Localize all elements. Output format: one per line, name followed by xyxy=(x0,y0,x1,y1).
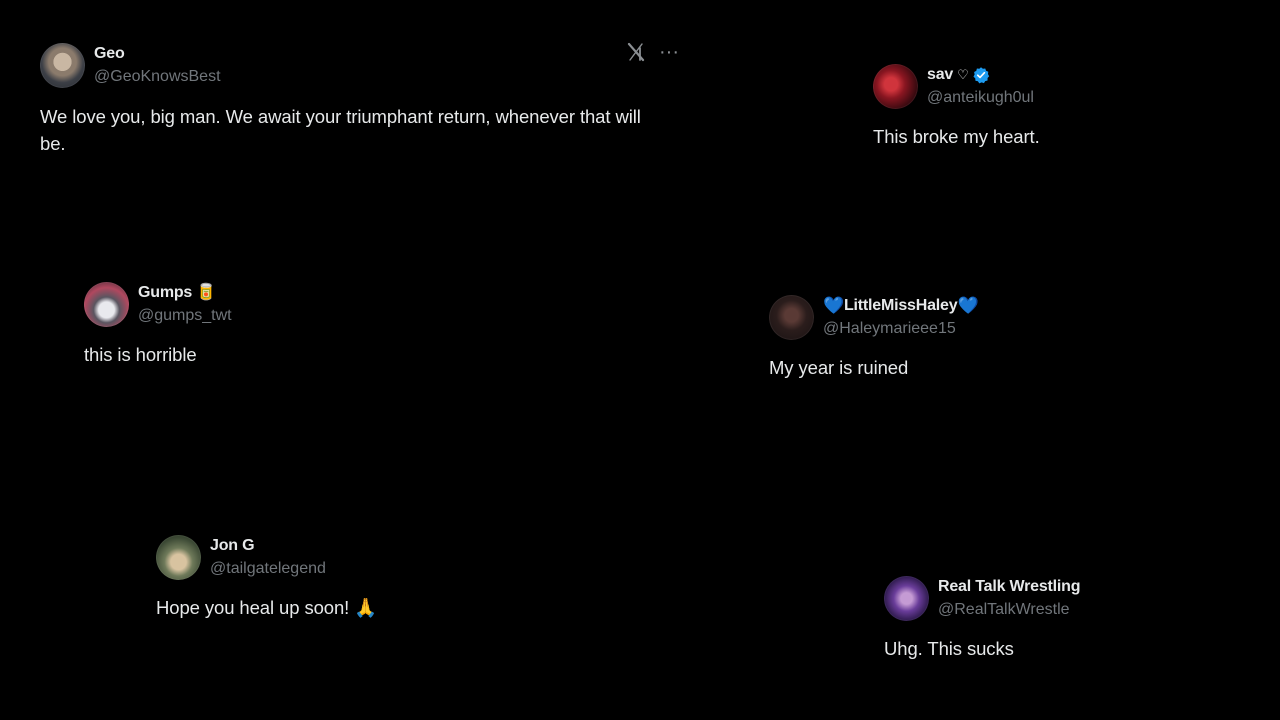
avatar[interactable] xyxy=(156,534,201,580)
display-name-text[interactable]: sav xyxy=(927,65,953,84)
display-name-text[interactable]: LittleMissHaley xyxy=(844,296,958,315)
tweet-header: sav ♡ @anteikugh0ul xyxy=(873,63,1253,109)
avatar[interactable] xyxy=(769,294,814,340)
tweet-header: 💙 LittleMissHaley 💙 @Haleymarieee15 xyxy=(769,294,1169,340)
tweet-text: Hope you heal up soon! 🙏 xyxy=(156,597,378,618)
heart-outline-icon: ♡ xyxy=(957,67,969,83)
tweet-text: My year is ruined xyxy=(769,357,909,378)
user-names: Jon G @tailgatelegend xyxy=(210,536,326,577)
more-options-icon[interactable]: ··· xyxy=(659,42,679,62)
display-name[interactable]: 💙 LittleMissHaley 💙 xyxy=(823,295,979,316)
user-handle[interactable]: @gumps_twt xyxy=(138,306,232,325)
user-handle[interactable]: @RealTalkWrestle xyxy=(938,600,1080,619)
tweet-card-real-talk-wrestling: Real Talk Wrestling @RealTalkWrestle Uhg… xyxy=(884,575,1264,662)
tweet-toolbar: ··· xyxy=(627,42,679,62)
user-names: sav ♡ @anteikugh0ul xyxy=(927,65,1034,106)
tweet-card-jon-g: Jon G @tailgatelegend Hope you heal up s… xyxy=(156,534,576,621)
tweet-text: this is horrible xyxy=(84,344,197,365)
x-logo-icon[interactable] xyxy=(627,42,645,62)
tweet-card-gumps: Gumps 🥫 @gumps_twt this is horrible xyxy=(84,281,484,368)
display-name[interactable]: Real Talk Wrestling xyxy=(938,577,1081,596)
tweet-card-sav: sav ♡ @anteikugh0ul This broke my heart. xyxy=(873,63,1253,150)
tweet-header: Gumps 🥫 @gumps_twt xyxy=(84,281,484,327)
tweet-text: Uhg. This sucks xyxy=(884,638,1014,659)
avatar[interactable] xyxy=(84,281,129,327)
display-name-text[interactable]: Jon G xyxy=(210,536,255,555)
user-names: 💙 LittleMissHaley 💙 @Haleymarieee15 xyxy=(823,295,979,339)
display-name-text[interactable]: Real Talk Wrestling xyxy=(938,577,1081,596)
display-name-text[interactable]: Gumps xyxy=(138,283,192,302)
avatar[interactable] xyxy=(873,63,918,109)
user-handle[interactable]: @anteikugh0ul xyxy=(927,88,1034,107)
tweet-card-littlemisshaley: 💙 LittleMissHaley 💙 @Haleymarieee15 My y… xyxy=(769,294,1169,381)
tweet-header: Jon G @tailgatelegend xyxy=(156,534,576,580)
user-handle[interactable]: @tailgatelegend xyxy=(210,559,326,578)
tweet-card-geo: Geo @GeoKnowsBest We love you, big man. … xyxy=(40,42,680,157)
user-names: Geo @GeoKnowsBest xyxy=(94,44,221,85)
verified-badge-icon[interactable] xyxy=(972,66,990,84)
can-emoji-icon: 🥫 xyxy=(196,284,216,302)
tweet-text: This broke my heart. xyxy=(873,126,1040,147)
tweet-text: We love you, big man. We await your triu… xyxy=(40,106,641,154)
tweet-header: Geo @GeoKnowsBest xyxy=(40,42,680,88)
avatar[interactable] xyxy=(40,42,85,88)
user-handle[interactable]: @Haleymarieee15 xyxy=(823,319,978,338)
display-name[interactable]: Geo xyxy=(94,44,221,63)
display-name-text[interactable]: Geo xyxy=(94,44,125,63)
avatar[interactable] xyxy=(884,575,929,621)
display-name[interactable]: Gumps 🥫 xyxy=(138,283,232,302)
user-names: Gumps 🥫 @gumps_twt xyxy=(138,283,232,324)
tweet-header: Real Talk Wrestling @RealTalkWrestle xyxy=(884,575,1264,621)
blue-heart-icon: 💙 xyxy=(957,295,979,315)
display-name[interactable]: sav ♡ xyxy=(927,65,1034,84)
display-name[interactable]: Jon G xyxy=(210,536,326,555)
user-handle[interactable]: @GeoKnowsBest xyxy=(94,67,221,86)
user-names: Real Talk Wrestling @RealTalkWrestle xyxy=(938,577,1081,619)
blue-heart-icon: 💙 xyxy=(823,295,844,315)
